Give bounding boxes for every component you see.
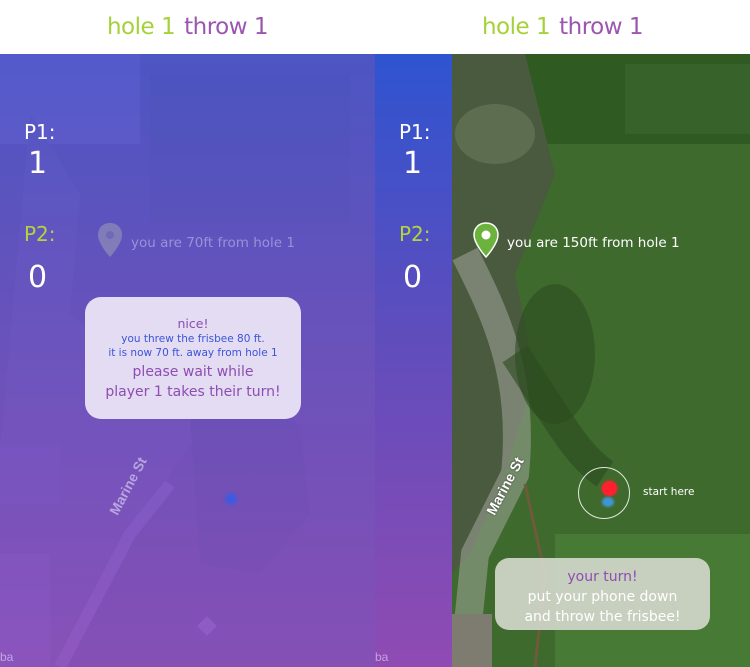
message-wait-line1: please wait while [132,364,254,380]
message-remaining-distance: it is now 70 ft. away from hole 1 [108,347,278,359]
frisbee-start-dot [602,481,617,496]
message-title: nice! [177,316,209,331]
throw-label: throw 1 [184,14,268,40]
message-throw-distance: you threw the frisbee 80 ft. [121,333,265,345]
map-corner-label: ba [0,650,14,664]
screen-your-turn: hole 1 throw 1 Marine St ba P1: 1 P2: 0 [375,0,750,667]
p1-label: P1: [24,120,56,144]
screen-waiting: hole 1 throw 1 Marine St ba P1: 1 P2: 0 [0,0,375,667]
p1-label: P1: [399,120,431,144]
distance-indicator: you are 150ft from hole 1 [473,222,680,263]
turn-message: your turn! put your phone down and throw… [495,558,710,630]
header: hole 1 throw 1 [0,0,375,54]
status-message: nice! you threw the frisbee 80 ft. it is… [85,297,301,419]
p2-label: P2: [24,222,56,246]
p1-score: 1 [28,146,48,181]
throw-label: throw 1 [559,14,643,40]
distance-text: you are 150ft from hole 1 [507,234,680,251]
turn-title: your turn! [567,569,638,585]
distance-indicator: you are 70ft from hole 1 [97,222,295,263]
map-pin-icon [97,222,123,263]
p2-score: 0 [403,260,423,295]
map-corner-label: ba [375,650,389,664]
hole-label: hole 1 [106,14,176,40]
turn-instruction-line2: and throw the frisbee! [524,609,681,625]
map-pin-icon [473,222,499,263]
p2-score: 0 [28,260,48,295]
header: hole 1 throw 1 [375,0,750,54]
user-location-dot [225,493,237,505]
p2-label: P2: [399,222,431,246]
turn-instruction-line1: put your phone down [527,589,678,605]
start-label: start here [643,486,695,498]
user-location-dot [602,497,614,507]
distance-text: you are 70ft from hole 1 [131,234,295,251]
message-wait-line2: player 1 takes their turn! [105,384,281,400]
hole-label: hole 1 [481,14,551,40]
p1-score: 1 [403,146,423,181]
